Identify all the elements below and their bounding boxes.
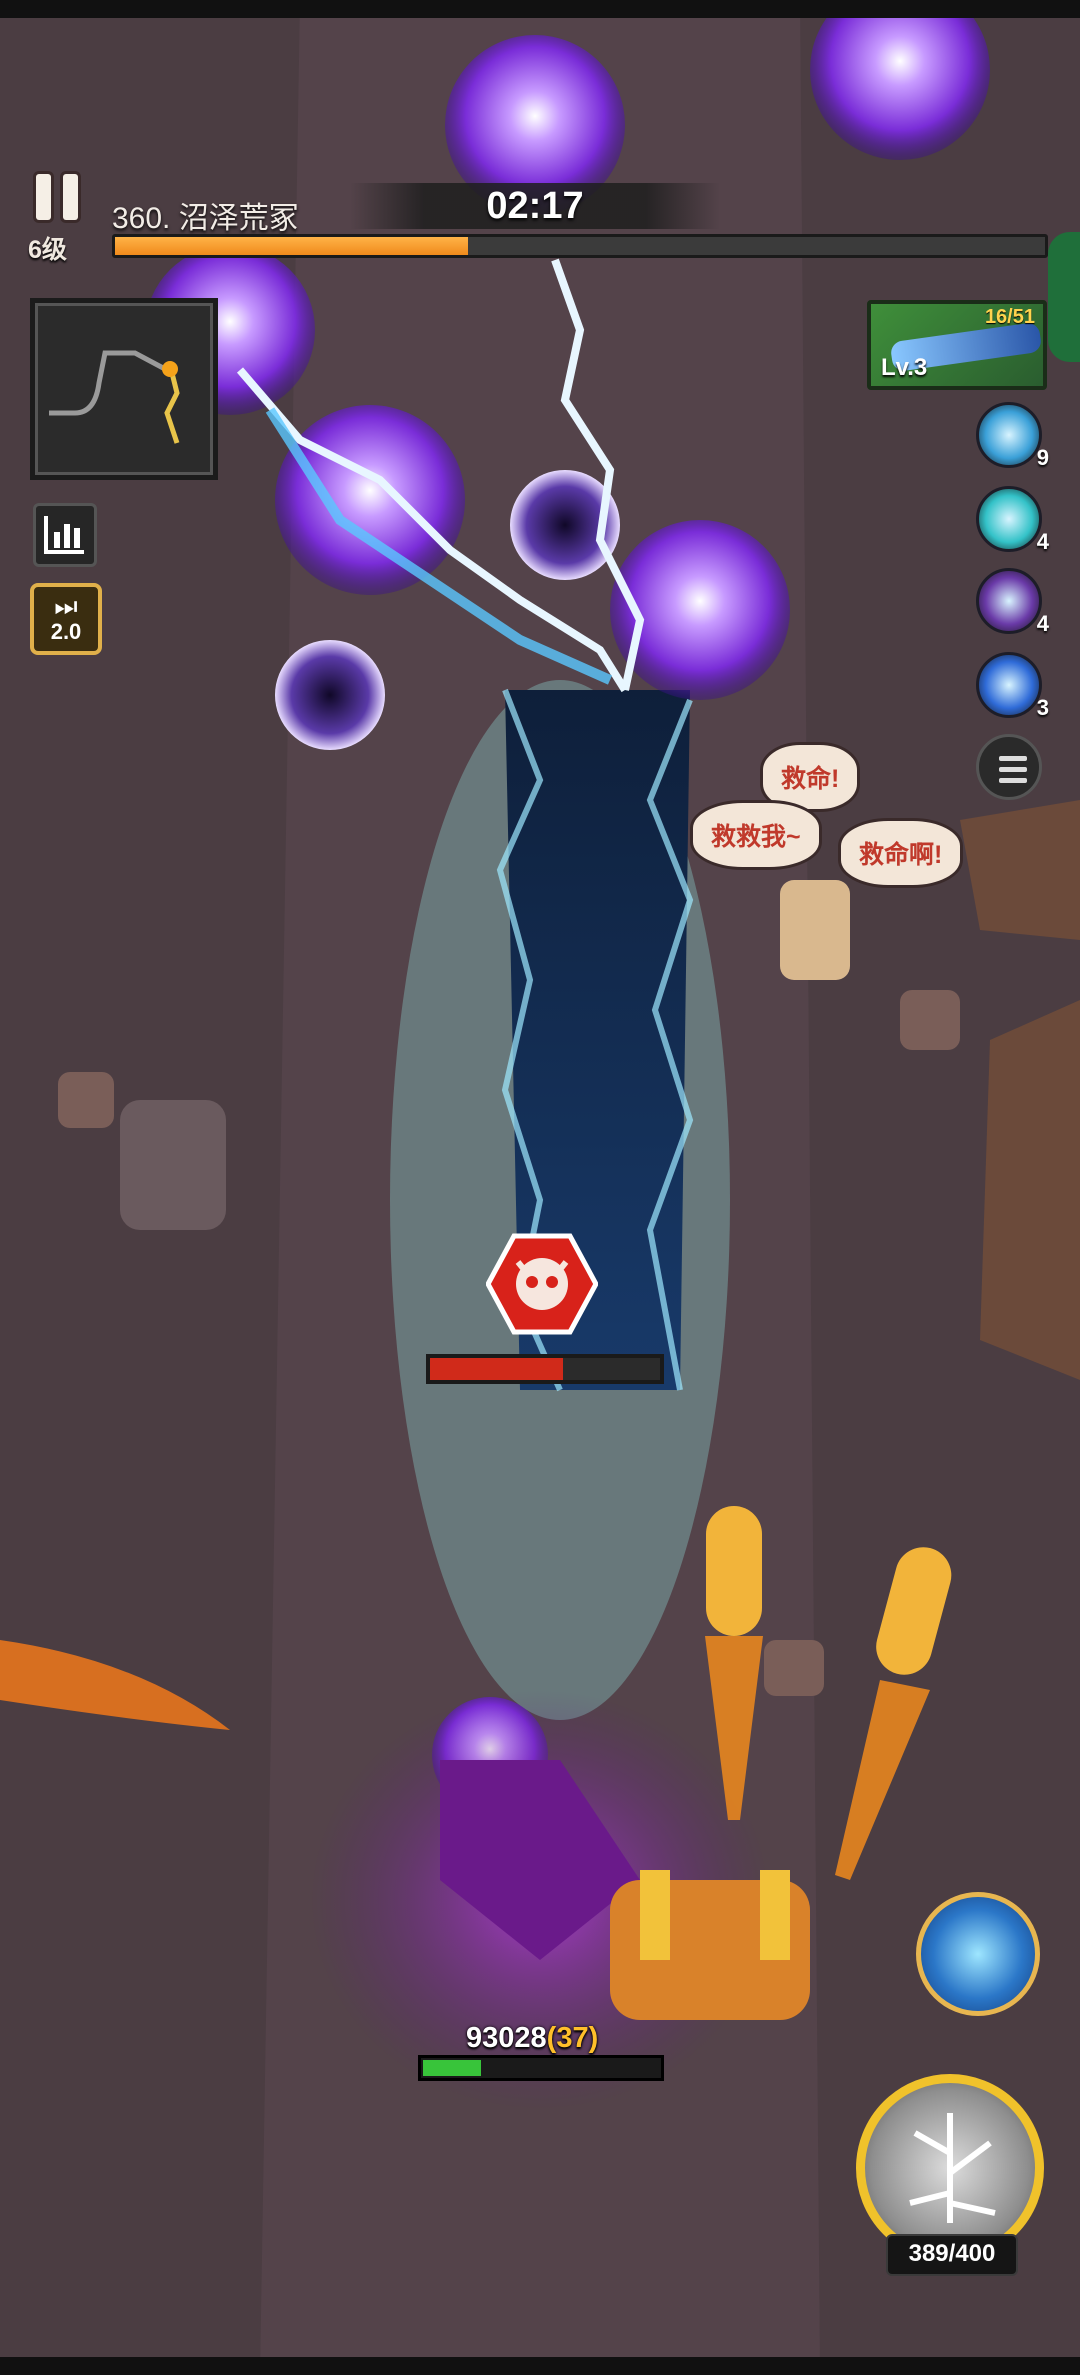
- player-xp-fill: [423, 2060, 481, 2076]
- player-level: 6级: [28, 236, 67, 264]
- stats-button[interactable]: [33, 503, 97, 567]
- status-bar-bottom: [0, 2357, 1080, 2375]
- player-xp-bar: [418, 2055, 664, 2081]
- speed-toggle-button[interactable]: ⏭ 2.0: [30, 583, 102, 655]
- bar-chart-icon: [44, 516, 84, 554]
- skill-slot-2[interactable]: 4: [976, 486, 1049, 554]
- skill-count: 9: [1036, 445, 1049, 470]
- speed-value: 2.0: [50, 619, 82, 644]
- timer-plate: 02:17: [350, 183, 720, 229]
- skill-count: 4: [1036, 529, 1049, 554]
- boss-health-fill: [430, 1358, 564, 1380]
- skill-energy: 389/400: [886, 2234, 1018, 2276]
- power-value: 93028: [466, 2022, 547, 2054]
- skill-slot-3[interactable]: 4: [976, 568, 1049, 636]
- weapon-card[interactable]: 16/51 Lv.3: [867, 300, 1047, 390]
- boss-health-bar: [426, 1354, 664, 1384]
- minimap-path-icon: [49, 350, 180, 444]
- stage-progress-bar: [112, 234, 1048, 258]
- skill-slot-4[interactable]: 3: [976, 652, 1049, 720]
- minimap[interactable]: [30, 298, 218, 480]
- skill-slot-1[interactable]: 9: [976, 402, 1049, 470]
- pause-button[interactable]: [30, 168, 86, 226]
- side-tab-button[interactable]: [1048, 232, 1080, 362]
- weapon-pieces: 16/51: [984, 306, 1035, 328]
- speech-bubble: 救命啊!: [838, 818, 964, 888]
- ultimate-skill-button[interactable]: [916, 1892, 1040, 2016]
- skill-count: 4: [1036, 611, 1049, 636]
- skill-count: 3: [1036, 695, 1049, 720]
- speech-bubble: 救救我~: [690, 800, 822, 870]
- stage-name: 360. 沼泽荒冢: [112, 202, 299, 235]
- menu-list-button[interactable]: [976, 734, 1042, 800]
- player-power: 93028(37): [466, 2022, 598, 2055]
- lightning-tree-icon: [909, 2113, 996, 2223]
- pause-icon: [36, 174, 51, 220]
- stage-progress-fill: [115, 237, 469, 255]
- fast-forward-icon: ⏭: [54, 591, 78, 621]
- status-bar-top: [0, 0, 1080, 18]
- stage-timer: 02:17: [486, 185, 584, 227]
- power-bonus: (37): [546, 2022, 599, 2054]
- list-icon: [999, 756, 1027, 761]
- boss-skull-icon: [486, 1233, 598, 1335]
- weapon-level: Lv.3: [881, 354, 928, 381]
